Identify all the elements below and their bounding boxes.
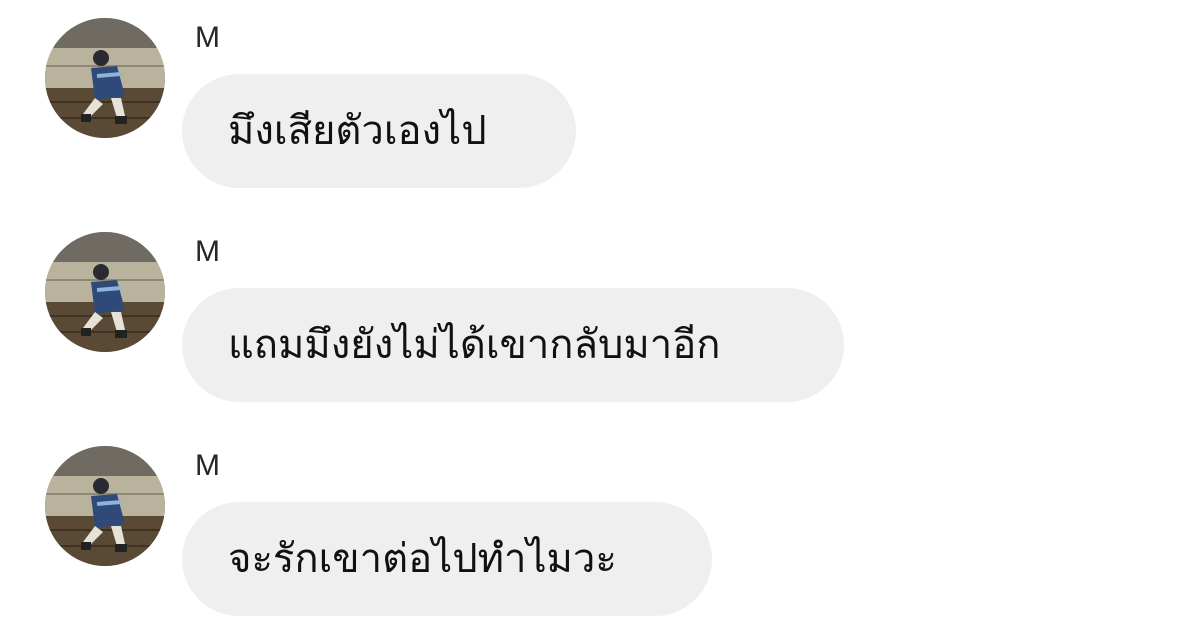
message-bubble[interactable]: มึงเสียตัวเองไป (182, 74, 576, 188)
message-bubble[interactable]: จะรักเขาต่อไปทำไมวะ (182, 502, 712, 616)
message-bubble[interactable]: แถมมึงยังไม่ได้เขากลับมาอีก (182, 288, 844, 402)
avatar[interactable] (45, 446, 165, 566)
sender-name: M (195, 235, 220, 268)
profile-photo-icon (45, 18, 165, 138)
message-row: M มึงเสียตัวเองไป (0, 18, 1179, 198)
message-row: M แถมมึงยังไม่ได้เขากลับมาอีก (0, 232, 1179, 412)
chat-thread: M มึงเสียตัวเองไป M แถมมึงยังไม่ได้เขากล… (0, 0, 1179, 643)
message-text: จะรักเขาต่อไปทำไมวะ (228, 536, 617, 582)
profile-photo-icon (45, 232, 165, 352)
sender-name: M (195, 449, 220, 482)
avatar[interactable] (45, 232, 165, 352)
message-text: แถมมึงยังไม่ได้เขากลับมาอีก (228, 322, 721, 368)
avatar[interactable] (45, 18, 165, 138)
message-row: M จะรักเขาต่อไปทำไมวะ (0, 446, 1179, 626)
profile-photo-icon (45, 446, 165, 566)
sender-name: M (195, 21, 220, 54)
message-text: มึงเสียตัวเองไป (228, 108, 487, 154)
